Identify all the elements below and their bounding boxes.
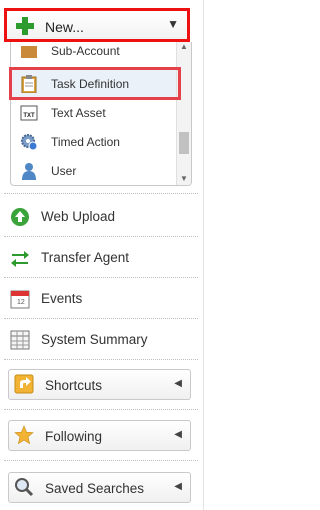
grid-table-icon — [10, 330, 30, 350]
plus-icon — [16, 17, 34, 35]
chevron-left-icon: ◀ — [174, 429, 182, 440]
menu-item-user[interactable]: User — [11, 157, 177, 185]
timed-gear-icon — [21, 134, 38, 151]
menu-item-sub-account[interactable]: Sub-Account — [11, 42, 177, 66]
accordion-label: Following — [45, 429, 103, 444]
chevron-left-icon: ◀ — [174, 481, 182, 492]
star-icon — [14, 425, 34, 445]
user-icon — [22, 163, 36, 180]
divider — [4, 193, 198, 194]
divider — [4, 277, 198, 278]
accordion-shortcuts[interactable]: Shortcuts ◀ — [8, 369, 191, 400]
task-definition-highlight — [9, 67, 181, 100]
accordion-label: Shortcuts — [45, 378, 103, 393]
nav-transfer-agent[interactable]: Transfer Agent — [0, 240, 203, 274]
menu-item-label: Timed Action — [51, 135, 120, 149]
nav-label: Transfer Agent — [41, 250, 130, 265]
menu-item-timed-action[interactable]: Timed Action — [11, 128, 177, 157]
divider — [4, 359, 198, 360]
chevron-down-icon: ▼ — [167, 17, 179, 31]
scroll-down-icon[interactable]: ▼ — [180, 174, 188, 183]
menu-item-label: Text Asset — [51, 106, 106, 120]
divider — [4, 460, 198, 461]
divider — [4, 318, 198, 319]
accordion-label: Saved Searches — [45, 481, 145, 496]
upload-arrow-icon — [11, 208, 29, 226]
shortcut-arrow-icon — [14, 374, 34, 394]
menu-item-label: User — [51, 164, 77, 178]
nav-system-summary[interactable]: System Summary — [0, 322, 203, 356]
chevron-left-icon: ◀ — [174, 378, 182, 389]
calendar-icon: 12 — [10, 290, 30, 309]
nav-label: Web Upload — [41, 209, 116, 224]
accordion-saved-searches[interactable]: Saved Searches ◀ — [8, 472, 191, 503]
transfer-arrows-icon — [11, 251, 29, 267]
divider — [4, 236, 198, 237]
accordion-following[interactable]: Following ◀ — [8, 420, 191, 451]
new-button-label: New... — [45, 19, 84, 35]
new-dropdown-button[interactable]: New... ▼ — [4, 8, 190, 42]
txt-file-icon: TXT — [20, 105, 38, 121]
menu-scrollbar[interactable]: ▲ ▼ — [176, 42, 191, 185]
nav-label: Events — [41, 291, 83, 306]
menu-item-text-asset[interactable]: TXT Text Asset — [11, 99, 177, 128]
nav-web-upload[interactable]: Web Upload — [0, 199, 203, 233]
menu-item-label: Sub-Account — [51, 44, 120, 58]
divider — [4, 409, 198, 410]
svg-text:12: 12 — [17, 299, 25, 306]
scroll-up-icon[interactable]: ▲ — [180, 42, 188, 51]
nav-events[interactable]: 12 Events — [0, 281, 203, 315]
sub-account-icon — [21, 46, 37, 58]
nav-label: System Summary — [41, 332, 148, 347]
sidebar-panel: New... ▼ Sub-Account Task Definition TXT — [0, 0, 204, 510]
svg-text:TXT: TXT — [23, 113, 35, 119]
new-menu-list[interactable]: Sub-Account Task Definition TXT Text Ass… — [10, 42, 192, 186]
scrollbar-thumb[interactable] — [179, 132, 189, 154]
magnifier-icon — [15, 478, 34, 497]
